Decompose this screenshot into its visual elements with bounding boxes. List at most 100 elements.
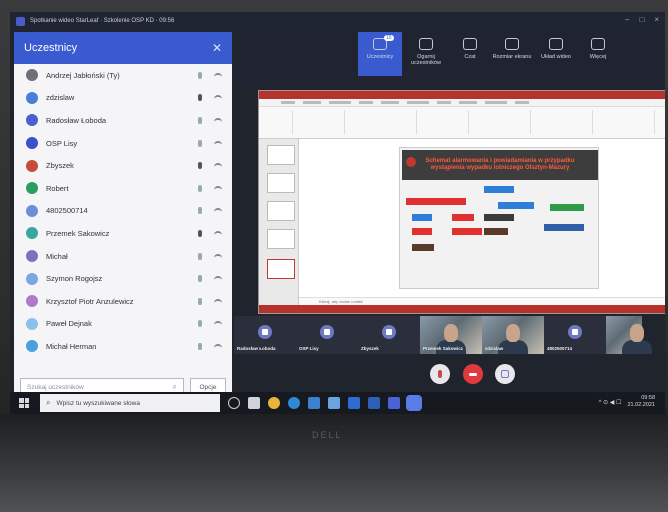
microphone-icon[interactable] (198, 252, 202, 260)
participant-row[interactable]: OSP Lisy (14, 132, 232, 155)
slide-thumbnail[interactable] (267, 145, 295, 165)
wifi-signal-icon (214, 117, 222, 123)
participant-row[interactable]: Andrzej Jabłoński (Ty) (14, 64, 232, 87)
slide-thumbnail-selected[interactable] (267, 259, 295, 279)
flow-box (412, 214, 432, 221)
video-tile[interactable]: OSP Lisy (296, 316, 358, 354)
close-icon[interactable]: ✕ (212, 41, 222, 55)
microphone-icon[interactable] (198, 162, 202, 170)
ppt-tab[interactable] (515, 101, 529, 104)
ppt-tab[interactable] (407, 101, 429, 104)
participant-row[interactable]: Zbyszek (14, 154, 232, 177)
minimize-icon[interactable]: – (625, 15, 629, 24)
video-tile[interactable]: Zbyszek (358, 316, 420, 354)
slide-notes[interactable]: Kliknij, aby dodać notatki (299, 297, 665, 305)
wifi-signal-icon (214, 276, 222, 281)
toolbar-icon (505, 38, 519, 50)
microphone-icon[interactable] (198, 207, 202, 215)
store-icon[interactable] (328, 397, 340, 409)
video-tile[interactable] (606, 316, 652, 354)
participant-row[interactable]: Michał Herman (14, 335, 232, 358)
ppt-tab[interactable] (329, 101, 351, 104)
ppt-tab[interactable] (485, 101, 507, 104)
video-tile[interactable]: zdzislaw (482, 316, 544, 354)
participant-row[interactable]: Robert (14, 177, 232, 200)
toolbar-button-0[interactable]: Uczestnicy 15 (358, 32, 402, 76)
share-button[interactable] (495, 364, 515, 384)
tray-icons[interactable]: ^ ⊙ ◀ ☐ (599, 399, 622, 406)
maximize-icon[interactable]: □ (639, 15, 644, 24)
avatar (26, 182, 38, 195)
participant-row[interactable]: 4802500714 (14, 200, 232, 223)
toolbar-icon (549, 38, 563, 50)
ppt-tab[interactable] (437, 101, 451, 104)
microphone-icon[interactable] (198, 342, 202, 350)
participant-name: OSP Lisy (46, 138, 78, 148)
wifi-signal-icon (214, 95, 222, 100)
toolbar-button-5[interactable]: Więcej (576, 38, 620, 60)
laptop-brand-mark: DELL (312, 430, 343, 440)
toolbar-button-3[interactable]: Rozmiar ekranu (490, 38, 534, 60)
end-call-button[interactable] (463, 364, 483, 384)
flow-box (484, 228, 508, 235)
video-tile[interactable]: Przemek Sakowicz (420, 316, 482, 354)
microphone-icon[interactable] (198, 320, 202, 328)
mail-icon[interactable] (308, 397, 320, 409)
close-window-icon[interactable]: × (654, 15, 659, 24)
participant-row[interactable]: Przemek Sakowicz (14, 222, 232, 245)
taskbar-search-input[interactable]: ⌕ Wpisz tu wyszukiwane słowa (40, 394, 220, 412)
ppt-tab[interactable] (281, 101, 295, 104)
toolbar-button-4[interactable]: Układ wideo (534, 38, 578, 60)
participant-row[interactable]: zdzislaw (14, 87, 232, 110)
flow-box (412, 228, 432, 235)
microphone-icon[interactable] (198, 275, 202, 283)
microphone-icon[interactable] (198, 116, 202, 124)
edge-icon[interactable] (288, 397, 300, 409)
clock[interactable]: 09:58 21.02.2021 (627, 395, 655, 409)
participant-row[interactable]: Radosław Łoboda (14, 109, 232, 132)
start-button[interactable] (16, 395, 32, 411)
active-app-icon[interactable] (406, 395, 422, 411)
microphone-button[interactable] (430, 364, 450, 384)
slide-thumbnail[interactable] (267, 229, 295, 249)
video-tile[interactable]: 4802500714 (544, 316, 606, 354)
chrome-icon[interactable] (268, 397, 280, 409)
toolbar-button-2[interactable]: Czat (448, 38, 492, 60)
task-view-icon[interactable] (228, 397, 240, 409)
avatar (26, 159, 38, 172)
microphone-icon[interactable] (198, 139, 202, 147)
flow-box (452, 214, 474, 221)
wifi-signal-icon (214, 343, 222, 349)
participant-name: Radosław Łoboda (46, 115, 107, 125)
avatar (26, 227, 38, 240)
wifi-signal-icon (214, 298, 222, 304)
microphone-icon[interactable] (198, 229, 202, 237)
task-view-grid-icon[interactable] (248, 397, 260, 409)
microphone-icon[interactable] (198, 297, 202, 305)
ppt-tab[interactable] (303, 101, 321, 104)
flow-box (412, 244, 434, 251)
avatar (26, 137, 38, 150)
participant-row[interactable]: Michał (14, 245, 232, 268)
wifi-signal-icon (214, 185, 222, 191)
video-tile[interactable]: Radosław Łoboda (234, 316, 296, 354)
microphone-icon[interactable] (198, 71, 202, 79)
video-tile-label: Przemek Sakowicz (423, 346, 464, 351)
participant-row[interactable]: Krzysztof Piotr Anzulewicz (14, 290, 232, 313)
ppt-tab[interactable] (381, 101, 399, 104)
toolbar-icon (419, 38, 433, 50)
participant-name: Zbyszek (46, 161, 74, 171)
word-icon[interactable] (368, 397, 380, 409)
participant-name: Andrzej Jabłoński (Ty) (46, 70, 120, 80)
slide-thumbnail[interactable] (267, 201, 295, 221)
file-explorer-icon[interactable] (348, 397, 360, 409)
participant-row[interactable]: Paweł Dejnak (14, 313, 232, 336)
starleaf-icon[interactable] (388, 397, 400, 409)
ppt-tab[interactable] (359, 101, 373, 104)
toolbar-button-1[interactable]: Ogarnij uczestników (404, 38, 448, 66)
ppt-tab[interactable] (459, 101, 477, 104)
microphone-icon[interactable] (198, 94, 202, 102)
slide-thumbnail[interactable] (267, 173, 295, 193)
microphone-icon[interactable] (198, 184, 202, 192)
participant-row[interactable]: Szymon Rogojsz (14, 267, 232, 290)
